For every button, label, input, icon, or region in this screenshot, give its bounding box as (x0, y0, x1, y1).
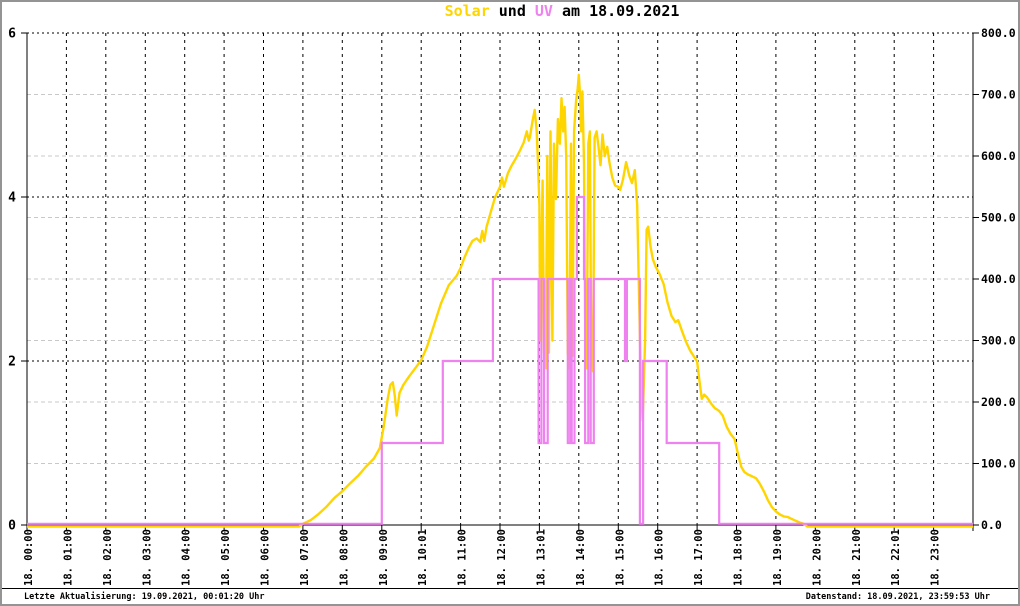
weather-chart-panel: Solar und UV am 18.09.2021 0 2 4 6 0.0 100.0 2… (0, 0, 1020, 606)
x-tick-label: 18. 14:00 (575, 529, 587, 586)
y-left-tick-label: 2 (8, 355, 16, 370)
x-tick-label: 18. 00:00 (23, 529, 35, 586)
x-tick-label: 18. 16:00 (654, 529, 666, 586)
x-tick-label: 18. 18:00 (733, 529, 745, 586)
x-tick-label: 18. 19:00 (772, 529, 784, 586)
data-timestamp-text: Datenstand: 18.09.2021, 23:59:53 Uhr (805, 592, 990, 602)
y-left-tick-label: 0 (8, 519, 16, 534)
x-tick-label: 18. 07:00 (299, 529, 311, 586)
x-tick-label: 18. 20:00 (811, 529, 823, 586)
x-tick-label: 18. 12:00 (496, 529, 508, 586)
x-tick-label: 18. 10:01 (417, 529, 429, 586)
x-tick-label: 18. 05:00 (220, 529, 232, 586)
x-tick-label: 18. 09:00 (378, 529, 390, 586)
x-tick-label: 18. 15:00 (614, 529, 626, 586)
footer-divider (2, 588, 1018, 589)
y-right-tick-label: 400.0 (981, 272, 1016, 286)
x-tick-label: 18. 21:00 (851, 529, 863, 586)
y-right-tick-label: 600.0 (981, 149, 1016, 163)
x-tick-label: 18. 02:00 (102, 529, 114, 586)
x-tick-label: 18. 04:00 (181, 529, 193, 586)
y-right-tick-label: 700.0 (981, 88, 1016, 102)
x-tick-label: 18. 11:00 (457, 529, 469, 586)
chart-canvas: 0 2 4 6 0.0 100.0 200.0 300.0 400.0 500.0 600.0 700… (8, 26, 1016, 586)
x-tick-label: 18. 23:00 (930, 529, 942, 586)
x-tick-label: 18. 03:00 (141, 529, 153, 586)
y-right-tick-label: 500.0 (981, 211, 1016, 225)
x-tick-label: 18. 06:00 (260, 529, 272, 586)
y-left-tick-label: 4 (8, 191, 16, 206)
x-tick-label: 18. 17:00 (693, 529, 705, 586)
y-right-tick-label: 200.0 (981, 395, 1016, 409)
y-right-tick-label: 0.0 (981, 518, 1002, 532)
x-tick-label: 18. 22:01 (890, 529, 902, 586)
y-right-tick-label: 100.0 (981, 457, 1016, 471)
x-tick-label: 18. 08:00 (338, 529, 350, 586)
y-left-tick-label: 6 (8, 27, 16, 42)
last-update-text: Letzte Aktualisierung: 19.09.2021, 00:01… (24, 592, 265, 602)
x-tick-label: 18. 13:01 (535, 529, 547, 586)
x-tick-label: 18. 01:00 (62, 529, 74, 586)
y-right-tick-label: 300.0 (981, 334, 1016, 348)
y-right-tick-label: 800.0 (981, 26, 1016, 40)
